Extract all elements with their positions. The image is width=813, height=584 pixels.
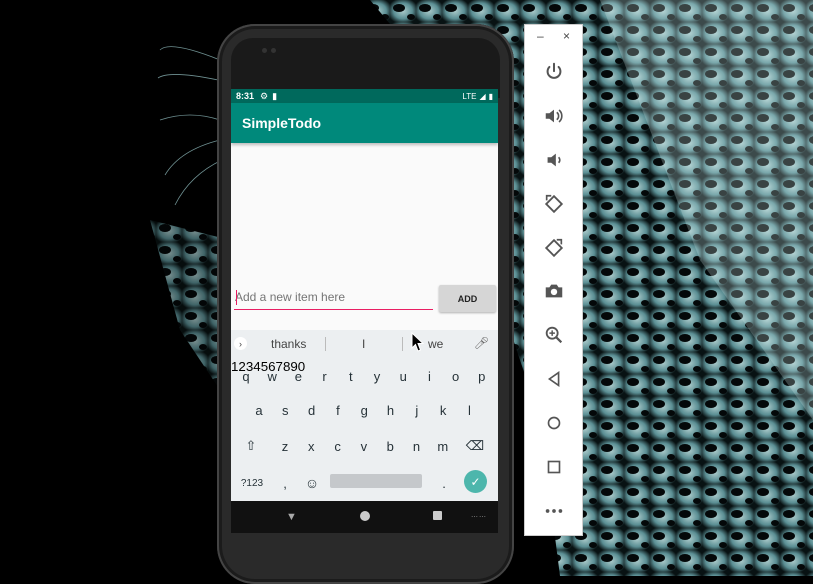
key-row-2: asdfghjkl [231,393,498,427]
key-p[interactable]: p [470,359,494,393]
home-icon[interactable] [541,410,567,436]
more-icon[interactable] [541,498,567,524]
space-key[interactable] [330,474,422,488]
key-t[interactable]: t [339,359,363,393]
key-s[interactable]: s [273,393,297,427]
divider [325,337,326,351]
add-button[interactable]: ADD [439,285,496,312]
text-cursor [236,290,237,305]
comma-key[interactable]: , [273,466,297,500]
symbols-key[interactable]: ?123 [235,466,269,500]
soft-keyboard: › thanks I we 🎤︎ q1w2e3r4t5y6u7i8o9p0 as… [231,330,498,501]
suggestion-strip: › thanks I we 🎤︎ [231,330,498,358]
todo-list: ADD [231,143,498,333]
key-r[interactable]: r [313,359,337,393]
power-icon[interactable] [541,59,567,85]
keyboard-switch-icon[interactable]: ⋯⋯ [471,513,487,521]
key-e[interactable]: e [286,359,310,393]
suggestion-item[interactable]: I [362,337,365,351]
sd-card-icon: ▮ [272,90,278,101]
key-y[interactable]: y [365,359,389,393]
back-icon[interactable] [541,366,567,392]
key-j[interactable]: j [405,393,429,427]
nav-home-icon[interactable] [360,511,370,521]
microphone-icon[interactable]: 🎤︎ [474,336,489,350]
volume-down-icon[interactable] [541,147,567,173]
battery-icon: ▮ [488,91,493,101]
input-row: ADD [234,285,496,313]
key-k[interactable]: k [431,393,455,427]
close-button[interactable]: × [563,29,570,43]
settings-icon: ⚙ [260,90,269,101]
mouse-pointer-icon [411,332,425,352]
zoom-icon[interactable] [541,322,567,348]
key-d[interactable]: d [300,393,324,427]
minimize-button[interactable]: – [537,29,544,43]
status-time: 8:31 [236,91,255,101]
key-x[interactable]: x [299,429,323,463]
rotate-left-icon[interactable] [541,191,567,217]
key-f[interactable]: f [326,393,350,427]
divider [402,337,403,351]
shift-key[interactable]: ⇧ [239,429,263,463]
suggestion-item[interactable]: we [428,337,443,351]
suggestion-item[interactable]: thanks [271,337,306,351]
sensor-dot [271,48,276,53]
key-a[interactable]: a [247,393,271,427]
camera-icon[interactable] [541,278,567,304]
emulator-toolbar: – × [524,24,583,536]
chevron-right-icon[interactable]: › [234,337,247,350]
key-m[interactable]: m [431,429,455,463]
key-z[interactable]: z [273,429,297,463]
key-w[interactable]: w [260,359,284,393]
key-row-1: q1w2e3r4t5y6u7i8o9p0 [231,359,498,393]
emoji-icon[interactable]: ☺ [300,466,324,500]
key-h[interactable]: h [379,393,403,427]
key-l[interactable]: l [457,393,481,427]
key-i[interactable]: i [417,359,441,393]
signal-icon: ◢ [479,91,486,101]
rotate-right-icon[interactable] [541,235,567,261]
key-c[interactable]: c [326,429,350,463]
key-n[interactable]: n [405,429,429,463]
new-item-input[interactable] [234,285,433,310]
key-row-3: ⇧ ⌫ zxcvbnm [231,429,498,463]
app-title: SimpleTodo [242,115,322,131]
android-nav-bar: ▼ ⋯⋯ [231,501,498,533]
device-screen: 8:31 ⚙ ▮ LTE ◢ ▮ SimpleTodo ADD › thanks… [231,89,498,501]
done-check-icon[interactable]: ✓ [464,470,487,493]
nav-back-icon[interactable]: ▼ [286,511,297,523]
backspace-key[interactable]: ⌫ [463,429,487,463]
volume-up-icon[interactable] [541,103,567,129]
key-row-4: ?123 , ☺ . ✓ [231,466,498,500]
status-bar: 8:31 ⚙ ▮ LTE ◢ ▮ [231,89,498,103]
app-bar: SimpleTodo [231,103,498,143]
network-type: LTE [462,91,477,101]
key-o[interactable]: o [444,359,468,393]
period-key[interactable]: . [432,466,456,500]
overview-icon[interactable] [541,454,567,480]
key-q[interactable]: q [234,359,258,393]
sensor-dot [262,48,267,53]
nav-recents-icon[interactable] [433,511,442,520]
key-b[interactable]: b [378,429,402,463]
key-v[interactable]: v [352,429,376,463]
key-g[interactable]: g [352,393,376,427]
key-u[interactable]: u [391,359,415,393]
